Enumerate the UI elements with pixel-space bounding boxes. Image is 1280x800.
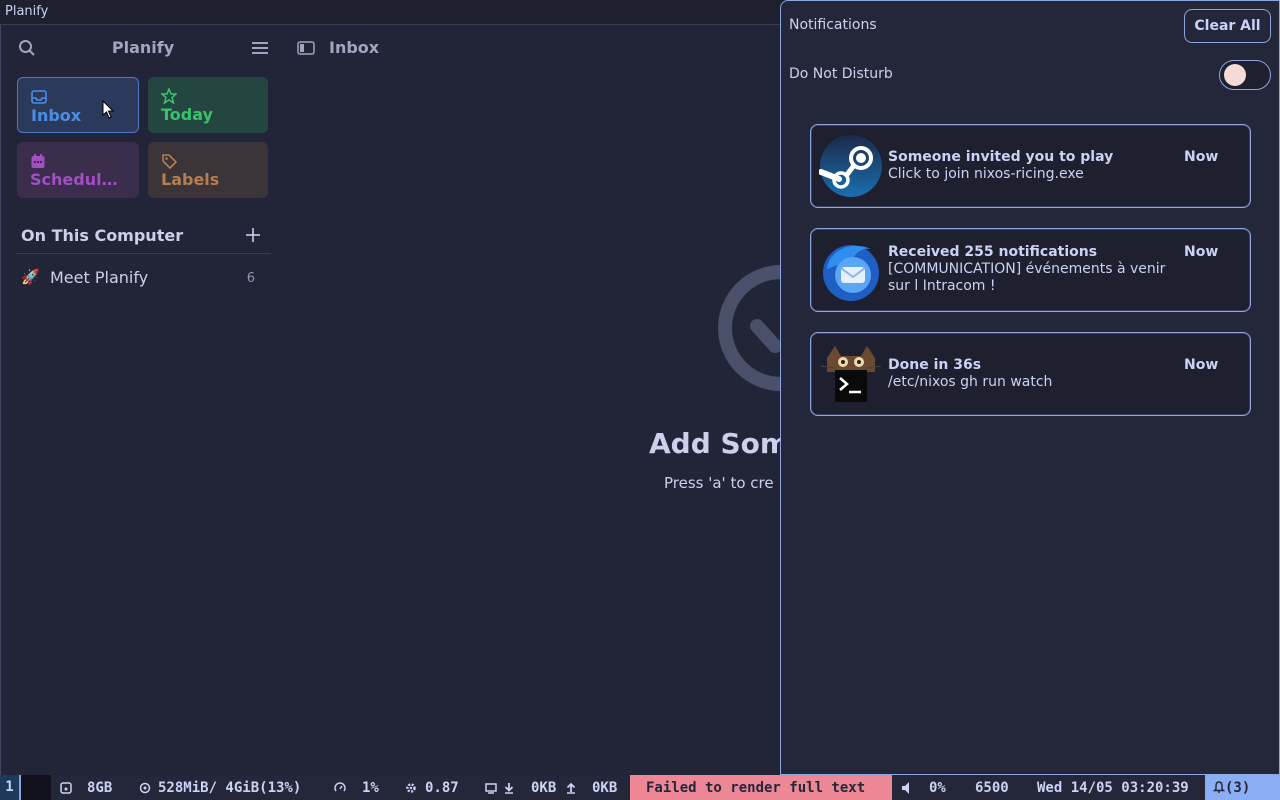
notification-summary: Someone invited you to play [888,149,1114,165]
calendar-icon [31,154,45,168]
do-not-disturb-label: Do Not Disturb [789,66,893,82]
empty-state-title: Add Som [649,427,790,460]
upload-icon [566,782,576,794]
notification-count-button[interactable]: (3) [1205,775,1280,800]
status-bar: 1 8GB 528MiB/ 4GiB(13%) 1% 0.87 0KB 0KB … [0,775,1280,800]
toggle-knob [1224,64,1246,86]
net-download: 0KB [531,780,557,796]
tag-icon [162,154,177,169]
volume-icon[interactable] [901,781,915,795]
filter-scheduled-label: Schedul… [30,170,118,189]
project-name: Meet Planify [50,268,149,287]
notification-card[interactable]: Someone invited you to play Click to joi… [810,124,1251,208]
memory-icon [139,782,151,794]
filter-labels-label: Labels [161,170,220,189]
error-message-block: Failed to render full text [630,775,892,800]
sidebar-divider [16,253,271,254]
filter-today[interactable]: Today [148,77,268,133]
sidebar-app-name: Planify [111,38,175,57]
notification-card[interactable]: Received 255 notifications [COMMUNICATIO… [810,228,1251,312]
gear-icon [406,783,416,793]
add-project-icon[interactable] [245,227,261,243]
volume-level: 0% [929,780,946,796]
page-title: Inbox [329,38,380,57]
hamburger-menu-icon[interactable] [251,41,269,55]
disk-icon [60,782,72,794]
notification-center-title: Notifications [789,17,877,33]
filter-labels[interactable]: Labels [148,142,268,198]
terminal-cat-icon [820,346,882,402]
network-icon [485,783,497,794]
sidebar: Planify Inbox Today Schedul… Labels On T… [1,25,281,775]
window-title: Planify [5,4,49,19]
section-title-on-this-computer: On This Computer [21,226,184,245]
project-item-meet-planify[interactable]: 🚀 Meet Planify 6 [17,265,271,291]
notification-body: [COMMUNICATION] événements à venir sur l… [888,261,1166,294]
notification-summary: Received 255 notifications [888,244,1098,260]
clock: Wed 14/05 03:20:39 [1037,780,1189,796]
notification-card[interactable]: Done in 36s /etc/nixos gh run watch Now [810,332,1251,416]
star-icon [161,88,177,104]
rocket-icon: 🚀 [21,268,40,286]
filter-inbox[interactable]: Inbox [17,77,139,133]
net-upload: 0KB [592,780,618,796]
workspace-indicator[interactable]: 1 [0,775,21,800]
inbox-icon [31,90,47,104]
disk-usage: 8GB [87,780,113,796]
clear-all-button[interactable]: Clear All [1184,9,1271,43]
cpu-icon [334,782,346,792]
filter-inbox-label: Inbox [31,106,82,125]
notification-time: Now [1184,149,1219,165]
notification-center: Notifications Clear All Do Not Disturb S… [780,0,1280,775]
steam-icon [819,135,882,197]
notification-time: Now [1184,357,1219,373]
mouse-cursor-icon [102,100,115,119]
bell-icon [1213,781,1225,793]
notification-time: Now [1184,244,1219,260]
status-bar-spacer [21,775,51,800]
thunderbird-icon [823,245,879,301]
notification-summary: Done in 36s [888,357,982,373]
project-count: 6 [246,271,255,286]
sidebar-header: Planify [1,25,281,70]
load-average: 0.87 [425,780,459,796]
filter-today-label: Today [161,105,213,124]
notification-count: (3) [1225,780,1251,796]
do-not-disturb-toggle[interactable] [1219,60,1271,90]
error-text: Failed to render full text [646,780,866,796]
sidebar-toggle-icon[interactable] [297,41,315,55]
color-temperature: 6500 [975,780,1009,796]
memory-usage: 528MiB/ 4GiB(13%) [158,780,302,796]
cpu-usage: 1% [362,780,379,796]
notification-body: Click to join nixos-ricing.exe [888,166,1084,182]
notification-body: /etc/nixos gh run watch [888,374,1053,390]
empty-state-subtitle: Press 'a' to cre [664,474,774,492]
filter-scheduled[interactable]: Schedul… [17,142,139,198]
download-icon [504,783,514,794]
